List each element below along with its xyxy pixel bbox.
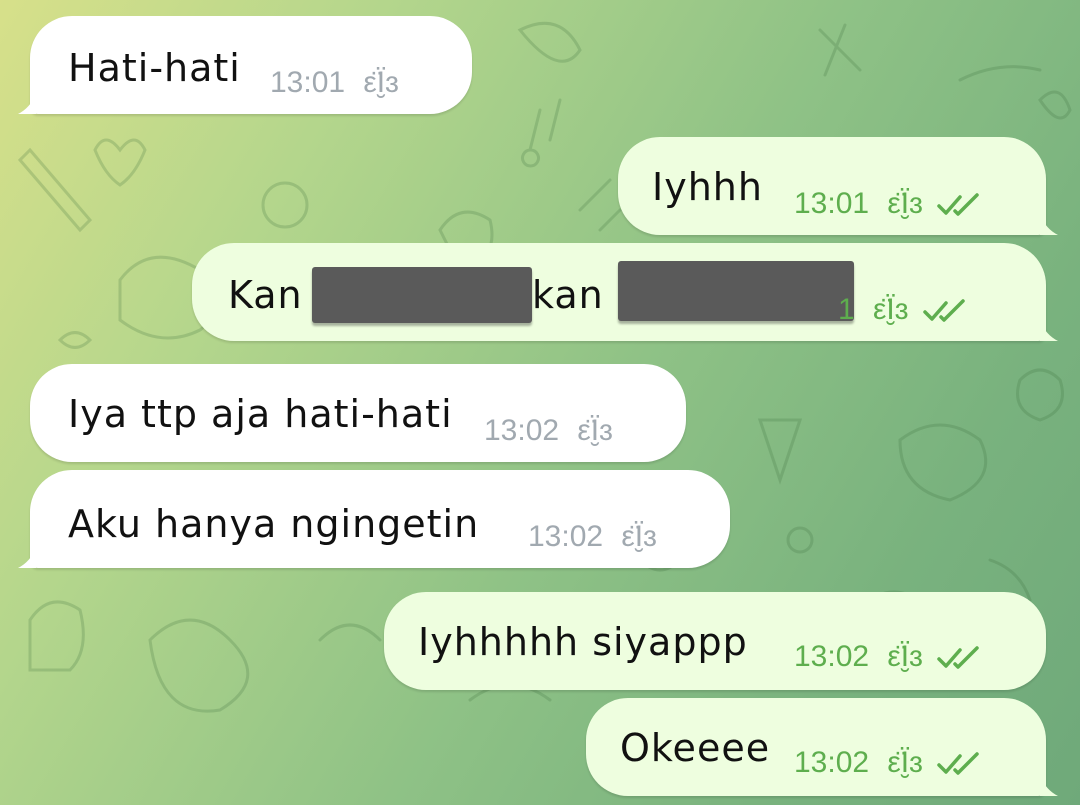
message-bubble-outgoing-redacted[interactable]: Kan kan 1 ε̈Ï̮ɜ <box>192 243 1058 341</box>
bubble-tail <box>18 548 36 568</box>
message-meta: 13:02 ε̈Ï̮ɜ <box>794 640 981 674</box>
message-text-mid: kan <box>532 273 604 317</box>
bubble-tail <box>18 94 36 114</box>
message-meta: 13:01 ε̈Ï̮ɜ <box>270 66 399 100</box>
message-time: 13:02 <box>484 414 560 447</box>
bubble-tail <box>1040 215 1058 235</box>
message-text: Iyhhhhh siyappp <box>418 620 748 664</box>
message-time-partial: 1 <box>838 293 855 326</box>
message-text: Iya ttp aja hati-hati <box>68 392 453 436</box>
message-bubble-outgoing[interactable]: Iyhhh 13:01 ε̈Ï̮ɜ <box>618 137 1058 235</box>
message-meta: 13:01 ε̈Ï̮ɜ <box>794 187 981 221</box>
message-text-start: Kan <box>228 273 303 317</box>
bubble-tail <box>1040 321 1058 341</box>
message-bubble-outgoing[interactable]: Okeeee 13:02 ε̈Ï̮ɜ <box>586 698 1058 796</box>
message-time: 13:02 <box>794 640 870 673</box>
double-check-icon <box>937 646 979 669</box>
redaction-block <box>618 261 854 321</box>
message-bubble-outgoing[interactable]: Iyhhhhh siyappp 13:02 ε̈Ï̮ɜ <box>384 592 1046 690</box>
message-emoji: ε̈Ï̮ɜ <box>887 187 923 220</box>
message-time: 13:02 <box>528 520 604 553</box>
message-emoji: ε̈Ï̮ɜ <box>887 640 923 673</box>
message-emoji: ε̈Ï̮ɜ <box>873 293 909 326</box>
double-check-icon <box>937 193 979 216</box>
message-meta: 13:02 ε̈Ï̮ɜ <box>528 520 657 554</box>
message-meta: 13:02 ε̈Ï̮ɜ <box>794 746 981 780</box>
message-text: Okeeee <box>620 726 771 770</box>
double-check-icon <box>937 752 979 775</box>
message-time: 13:02 <box>794 746 870 779</box>
message-emoji: ε̈Ï̮ɜ <box>577 414 613 447</box>
message-emoji: ε̈Ï̮ɜ <box>887 746 923 779</box>
message-text: Aku hanya ngingetin <box>68 502 480 546</box>
message-time: 13:01 <box>270 66 346 99</box>
redaction-block <box>312 267 532 323</box>
message-bubble-incoming[interactable]: Aku hanya ngingetin 13:02 ε̈Ï̮ɜ <box>18 470 730 568</box>
message-meta: 1 ε̈Ï̮ɜ <box>838 293 967 327</box>
message-emoji: ε̈Ï̮ɜ <box>621 520 657 553</box>
message-bubble-incoming[interactable]: Hati-hati 13:01 ε̈Ï̮ɜ <box>18 16 472 114</box>
message-text: Iyhhh <box>652 165 763 209</box>
bubble-tail <box>1040 776 1058 796</box>
double-check-icon <box>923 299 965 322</box>
message-meta: 13:02 ε̈Ï̮ɜ <box>484 414 613 448</box>
message-bubble-incoming[interactable]: Iya ttp aja hati-hati 13:02 ε̈Ï̮ɜ <box>30 364 686 462</box>
message-time: 13:01 <box>794 187 870 220</box>
message-emoji: ε̈Ï̮ɜ <box>363 66 399 99</box>
message-text: Hati-hati <box>68 46 241 90</box>
